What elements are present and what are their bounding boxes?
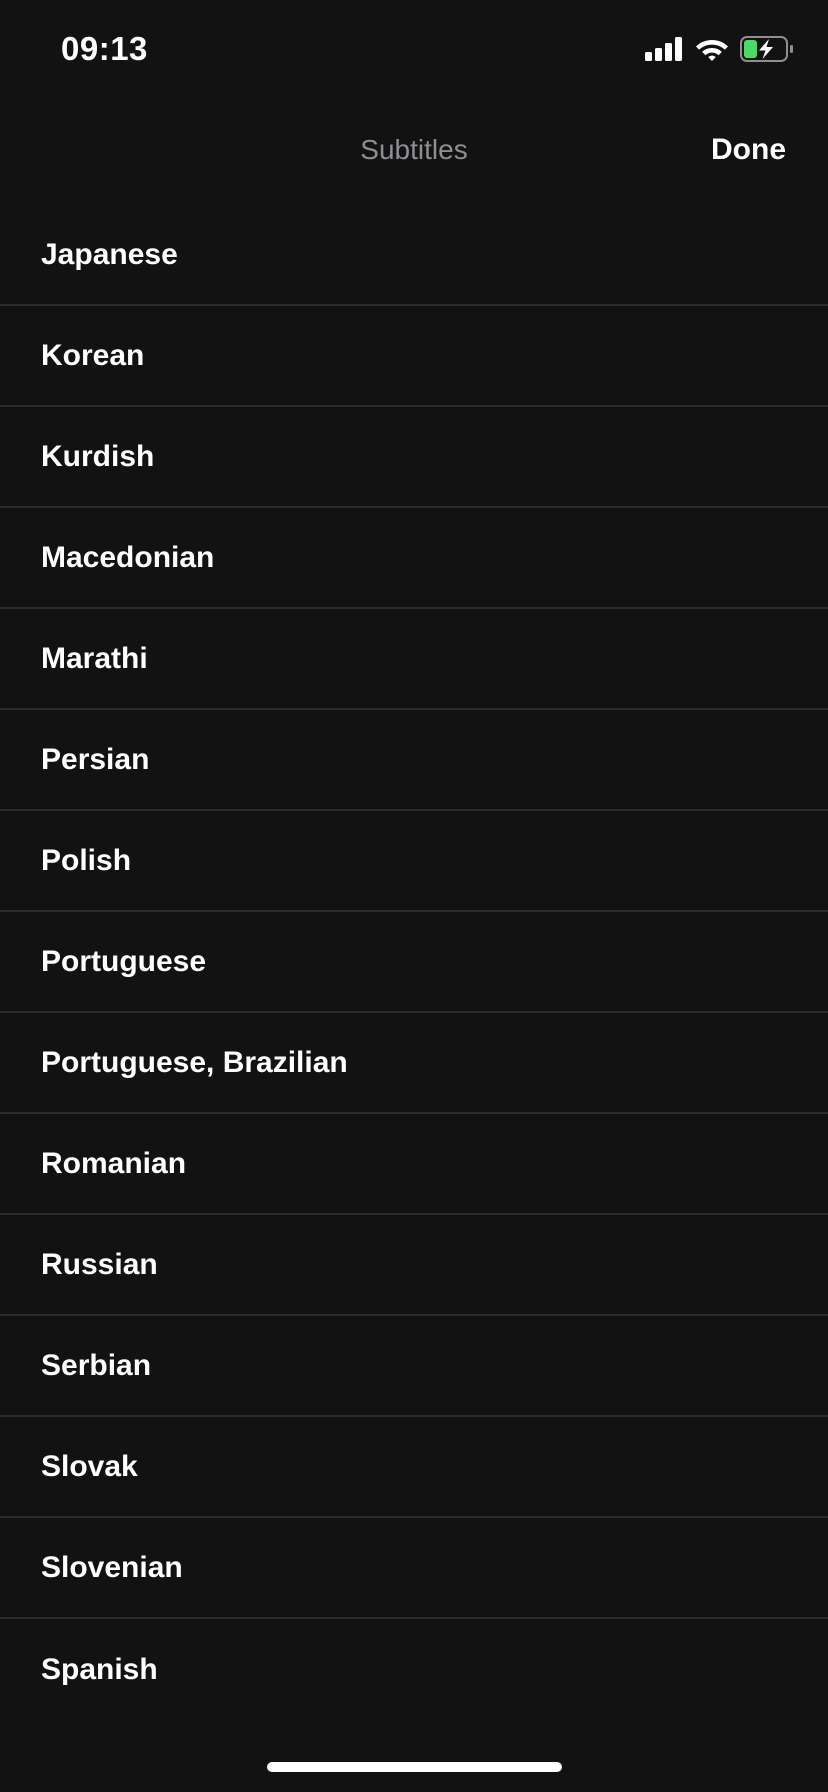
language-item-romanian[interactable]: Romanian [0, 1114, 828, 1215]
status-time: 09:13 [61, 30, 148, 67]
language-item-slovak[interactable]: Slovak [0, 1417, 828, 1518]
language-item-portuguese-brazilian[interactable]: Portuguese, Brazilian [0, 1013, 828, 1114]
language-item-kurdish[interactable]: Kurdish [0, 407, 828, 508]
language-item-serbian[interactable]: Serbian [0, 1316, 828, 1417]
language-item-japanese[interactable]: Japanese [0, 205, 828, 306]
language-item-korean[interactable]: Korean [0, 306, 828, 407]
nav-bar: Subtitles Done [0, 120, 828, 184]
language-list: Japanese Korean Kurdish Macedonian Marat… [0, 205, 828, 1720]
status-icons [645, 34, 794, 64]
language-item-slovenian[interactable]: Slovenian [0, 1518, 828, 1619]
language-item-macedonian[interactable]: Macedonian [0, 508, 828, 609]
wifi-icon [695, 36, 729, 62]
cellular-signal-icon [645, 37, 683, 61]
language-item-polish[interactable]: Polish [0, 811, 828, 912]
language-item-persian[interactable]: Persian [0, 710, 828, 811]
battery-charging-icon [740, 36, 794, 62]
home-indicator[interactable] [267, 1762, 562, 1772]
status-bar: 09:13 [0, 0, 828, 100]
language-item-russian[interactable]: Russian [0, 1215, 828, 1316]
language-item-portuguese[interactable]: Portuguese [0, 912, 828, 1013]
done-button[interactable]: Done [711, 133, 786, 167]
language-item-spanish[interactable]: Spanish [0, 1619, 828, 1720]
language-item-marathi[interactable]: Marathi [0, 609, 828, 710]
page-title: Subtitles [360, 134, 468, 165]
